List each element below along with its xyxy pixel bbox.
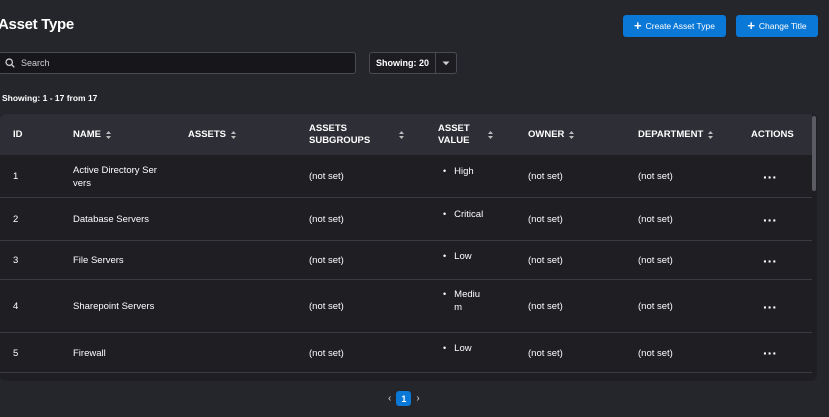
column-asset-value-label-line1: ASSET <box>438 122 470 134</box>
page-size-dropdown-toggle[interactable] <box>436 53 456 73</box>
cell-owner: (not set) <box>528 255 563 266</box>
table-row: 1 Active Directory Servers (not set) • Hi… <box>0 155 812 198</box>
create-asset-type-button[interactable]: + Create Asset Type <box>623 15 726 37</box>
cell-department: (not set) <box>638 255 673 266</box>
column-assets-label: ASSETS <box>188 128 227 140</box>
column-assets[interactable]: ASSETS <box>188 114 237 155</box>
column-subgroups[interactable]: ASSETS SUBGROUPS <box>309 114 409 155</box>
cell-actions: ··· <box>763 198 777 241</box>
change-title-label: Change Title <box>758 21 807 31</box>
results-count: Showing: 1 - 17 from 17 <box>2 93 98 103</box>
cell-subgroups: (not set) <box>309 347 344 359</box>
cell-owner: (not set) <box>528 301 563 312</box>
cell-owner: (not set) <box>528 347 563 359</box>
search-input[interactable] <box>21 58 341 68</box>
column-owner[interactable]: OWNER <box>528 114 575 155</box>
sort-icon[interactable] <box>231 130 237 139</box>
cell-name: File Servers <box>73 255 124 266</box>
asset-value-text: Low <box>454 343 472 354</box>
cell-owner: (not set) <box>528 171 563 182</box>
more-horizontal-icon[interactable]: ··· <box>763 213 777 227</box>
more-horizontal-icon[interactable]: ··· <box>763 254 777 268</box>
table-row: 4 Sharepoint Servers (not set) • Medium (… <box>0 280 812 333</box>
page-title: Asset Type <box>0 16 74 33</box>
table-row: 2 Database Servers (not set) • Critical (… <box>0 198 812 241</box>
column-subgroups-label-line2: SUBGROUPS <box>309 134 371 146</box>
column-owner-label: OWNER <box>528 128 565 140</box>
cell-id: 5 <box>13 347 19 359</box>
column-department[interactable]: DEPARTMENT <box>638 114 714 155</box>
cell-name: Active Directory Servers <box>73 164 157 189</box>
more-horizontal-icon[interactable]: ··· <box>763 170 777 184</box>
asset-value-text: High <box>454 166 474 177</box>
search-icon <box>5 58 15 68</box>
column-asset-value[interactable]: ASSET VALUE <box>438 114 498 155</box>
cell-name: Database Servers <box>73 214 150 225</box>
cell-asset-value: • High <box>443 165 486 178</box>
more-horizontal-icon[interactable]: ··· <box>763 346 777 360</box>
sort-icon[interactable] <box>569 130 575 139</box>
table-row: 3 File Servers (not set) • Low (not set) … <box>0 241 812 280</box>
column-actions-label: ACTIONS <box>751 128 794 140</box>
plus-icon: + <box>634 18 642 33</box>
asset-value-text: Low <box>454 251 472 262</box>
cell-asset-value: • Medium <box>443 288 485 314</box>
column-subgroups-label-line1: ASSETS <box>309 122 348 134</box>
cell-id: 3 <box>13 255 19 266</box>
cell-name: Firewall <box>73 347 106 359</box>
cell-department: (not set) <box>638 214 673 225</box>
chevron-down-icon <box>442 61 450 65</box>
cell-asset-value: • Critical <box>443 208 494 221</box>
cell-id: 2 <box>13 214 19 225</box>
cell-actions: ··· <box>763 280 777 333</box>
page-size-select[interactable]: Showing: 20 <box>369 52 457 74</box>
column-id: ID <box>13 114 23 155</box>
cell-name: Sharepoint Servers <box>73 301 155 312</box>
cell-department: (not set) <box>638 347 673 359</box>
cell-actions: ··· <box>763 333 777 373</box>
cell-id: 1 <box>13 171 19 182</box>
column-id-label: ID <box>13 128 23 140</box>
page-button-current[interactable]: 1 <box>396 391 412 406</box>
column-name-label: NAME <box>73 128 101 140</box>
sort-icon[interactable] <box>488 130 493 139</box>
plus-icon: + <box>747 18 755 33</box>
asset-value-text: Critical <box>454 209 484 220</box>
table-scrollbar[interactable] <box>812 114 817 381</box>
cell-department: (not set) <box>638 301 673 312</box>
cell-department: (not set) <box>638 171 673 182</box>
column-department-label: DEPARTMENT <box>638 128 704 140</box>
cell-subgroups: (not set) <box>309 171 344 182</box>
cell-owner: (not set) <box>528 214 563 225</box>
chevron-left-icon[interactable]: ‹ <box>388 393 391 404</box>
page-size-value: Showing: 20 <box>370 53 436 73</box>
search-box[interactable] <box>0 52 356 74</box>
column-asset-value-label-line2: VALUE <box>438 134 470 146</box>
table-header: ID NAME ASSETS ASSETS SUBGROUPS ASSET VA… <box>0 114 812 155</box>
create-asset-type-label: Create Asset Type <box>645 21 715 31</box>
change-title-button[interactable]: + Change Title <box>736 15 818 37</box>
cell-subgroups: (not set) <box>309 301 344 312</box>
cell-asset-value: • Low <box>443 342 486 355</box>
column-actions: ACTIONS <box>751 114 794 155</box>
cell-actions: ··· <box>763 155 777 198</box>
asset-value-text: Medium <box>454 289 481 313</box>
sort-icon[interactable] <box>399 130 404 139</box>
column-name[interactable]: NAME <box>73 114 111 155</box>
more-horizontal-icon[interactable]: ··· <box>763 300 777 314</box>
table-scrollbar-thumb[interactable] <box>812 116 816 191</box>
cell-subgroups: (not set) <box>309 255 344 266</box>
cell-subgroups: (not set) <box>309 214 344 225</box>
pagination: ‹ 1 › <box>388 391 420 406</box>
cell-id: 4 <box>13 301 19 312</box>
table-row: 5 Firewall (not set) • Low (not set) (not… <box>0 333 812 373</box>
cell-actions: ··· <box>763 241 777 280</box>
cell-asset-value: • Low <box>443 250 486 263</box>
sort-icon[interactable] <box>708 130 714 139</box>
asset-type-table: ID NAME ASSETS ASSETS SUBGROUPS ASSET VA… <box>0 114 817 381</box>
chevron-right-icon[interactable]: › <box>416 393 419 404</box>
sort-icon[interactable] <box>105 130 111 139</box>
